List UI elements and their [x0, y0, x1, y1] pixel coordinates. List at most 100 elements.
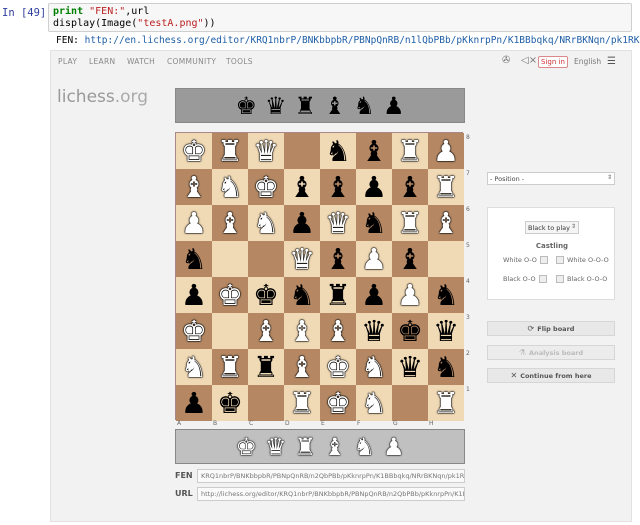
white-pawn-piece[interactable]: ♟ — [181, 208, 207, 238]
board-square[interactable]: ♟ — [284, 205, 320, 241]
board-square[interactable] — [212, 241, 248, 277]
white-king-piece[interactable]: ♚ — [181, 316, 207, 346]
white-bishop-piece[interactable]: ♝ — [433, 208, 459, 238]
white-knight-piece[interactable]: ♞ — [217, 172, 243, 202]
spare-piece[interactable]: ♚ — [235, 435, 257, 459]
black-knight-piece[interactable]: ♞ — [361, 208, 387, 238]
white-king-piece[interactable]: ♚ — [253, 172, 279, 202]
board-square[interactable]: ♚ — [176, 313, 212, 349]
white-king-piece[interactable]: ♚ — [325, 388, 351, 418]
black-rook-piece[interactable]: ♜ — [325, 280, 351, 310]
board-square[interactable]: ♜ — [392, 133, 428, 169]
white-knight-piece[interactable]: ♞ — [253, 208, 279, 238]
black-rook-piece[interactable]: ♜ — [253, 352, 279, 382]
black-bishop-piece[interactable]: ♝ — [289, 172, 315, 202]
board-square[interactable]: ♝ — [212, 205, 248, 241]
spare-piece[interactable]: ♛ — [265, 94, 287, 118]
board-square[interactable]: ♝ — [320, 313, 356, 349]
board-square[interactable]: ♚ — [320, 385, 356, 421]
board-square[interactable]: ♟ — [392, 277, 428, 313]
board-square[interactable]: ♞ — [248, 205, 284, 241]
board-square[interactable]: ♟ — [356, 169, 392, 205]
white-rook-piece[interactable]: ♜ — [433, 172, 459, 202]
turn-select[interactable]: Black to play ⇕ — [525, 221, 579, 234]
black-knight-piece[interactable]: ♞ — [181, 244, 207, 274]
black-king-piece[interactable]: ♚ — [217, 388, 243, 418]
language-selector[interactable]: English — [574, 57, 601, 66]
checkbox[interactable] — [538, 275, 547, 283]
nav-watch[interactable]: WATCH — [127, 57, 155, 66]
board-square[interactable]: ♜ — [212, 133, 248, 169]
board-square[interactable]: ♜ — [212, 349, 248, 385]
board-square[interactable]: ♜ — [392, 205, 428, 241]
black-bishop-piece[interactable]: ♝ — [325, 244, 351, 274]
board-square[interactable]: ♝ — [284, 313, 320, 349]
output-url-link[interactable]: http://en.lichess.org/editor/KRQ1nbrP/BN… — [85, 35, 640, 46]
board-square[interactable]: ♝ — [284, 349, 320, 385]
board-square[interactable]: ♞ — [356, 349, 392, 385]
board-square[interactable]: ♝ — [392, 241, 428, 277]
white-knight-piece[interactable]: ♞ — [361, 352, 387, 382]
board-square[interactable]: ♛ — [392, 349, 428, 385]
castling-black-short[interactable]: Black O-O — [503, 275, 547, 283]
board-square[interactable] — [392, 385, 428, 421]
board-square[interactable] — [248, 241, 284, 277]
board-square[interactable]: ♚ — [176, 133, 212, 169]
board-square[interactable]: ♜ — [428, 169, 464, 205]
board-square[interactable]: ♜ — [320, 277, 356, 313]
board-square[interactable]: ♜ — [248, 349, 284, 385]
black-bishop-piece[interactable]: ♝ — [361, 136, 387, 166]
board-square[interactable]: ♞ — [428, 277, 464, 313]
spare-piece[interactable]: ♞ — [354, 94, 376, 118]
board-square[interactable]: ♛ — [428, 313, 464, 349]
white-rook-piece[interactable]: ♜ — [433, 388, 459, 418]
white-bishop-piece[interactable]: ♝ — [217, 208, 243, 238]
white-bishop-piece[interactable]: ♝ — [325, 316, 351, 346]
white-king-piece[interactable]: ♚ — [325, 352, 351, 382]
lichess-logo[interactable]: lichess.org — [57, 87, 148, 107]
white-pawn-piece[interactable]: ♟ — [397, 280, 423, 310]
continue-from-here-button[interactable]: ✕ Continue from here — [487, 368, 615, 383]
spare-piece[interactable]: ♚ — [235, 94, 257, 118]
spare-piece[interactable]: ♟ — [383, 94, 405, 118]
checkbox[interactable] — [556, 256, 564, 264]
black-knight-piece[interactable]: ♞ — [433, 352, 459, 382]
board-square[interactable]: ♟ — [176, 205, 212, 241]
white-bishop-piece[interactable]: ♝ — [253, 316, 279, 346]
board-square[interactable] — [284, 133, 320, 169]
chess-board[interactable]: ♚ ♜ ♛ ♞ ♝ ♜ ♟ ♝ ♞ ♚ ♝ ♝ ♟ ♝ ♜ ♟ ♝ ♞ ♟ ♛ ♞ ♜ ♝ ♞ ♛ ♝ ♟ ♝ ♟ ♚ ♚ ♞ ♜ ♟ ♟ ♞ ♚ ♝ ♝ ♝… — [175, 132, 464, 421]
board-square[interactable]: ♞ — [212, 169, 248, 205]
checkbox[interactable] — [539, 256, 548, 264]
black-pawn-piece[interactable]: ♟ — [289, 208, 315, 238]
board-square[interactable]: ♚ — [392, 313, 428, 349]
board-square[interactable]: ♞ — [356, 385, 392, 421]
board-square[interactable]: ♝ — [356, 133, 392, 169]
board-square[interactable]: ♛ — [356, 313, 392, 349]
spare-piece[interactable]: ♛ — [265, 435, 287, 459]
white-knight-piece[interactable]: ♞ — [361, 388, 387, 418]
nav-tools[interactable]: TOOLS — [226, 57, 253, 66]
white-rook-piece[interactable]: ♜ — [289, 388, 315, 418]
board-square[interactable]: ♜ — [284, 385, 320, 421]
palette-icon[interactable]: ✇ — [502, 55, 510, 66]
board-square[interactable]: ♚ — [212, 277, 248, 313]
flip-board-button[interactable]: ⟳ Flip board — [487, 321, 615, 336]
black-pawn-piece[interactable]: ♟ — [361, 280, 387, 310]
board-square[interactable] — [428, 241, 464, 277]
board-square[interactable]: ♟ — [176, 277, 212, 313]
black-queen-piece[interactable]: ♛ — [433, 316, 459, 346]
sound-icon[interactable]: ◁× — [521, 55, 537, 66]
fen-input[interactable]: KRQ1nbrP/BNKbbpbR/PBNpQnRB/n2QbPBb/pKknr… — [197, 469, 465, 483]
black-pawn-piece[interactable]: ♟ — [181, 388, 207, 418]
black-bishop-piece[interactable]: ♝ — [397, 244, 423, 274]
board-square[interactable]: ♞ — [176, 349, 212, 385]
black-bishop-piece[interactable]: ♝ — [397, 172, 423, 202]
black-pawn-piece[interactable]: ♟ — [361, 172, 387, 202]
board-square[interactable]: ♛ — [320, 205, 356, 241]
checkbox[interactable] — [556, 275, 564, 283]
board-square[interactable]: ♝ — [392, 169, 428, 205]
black-queen-piece[interactable]: ♛ — [397, 352, 423, 382]
black-pawn-piece[interactable]: ♟ — [181, 280, 207, 310]
white-king-piece[interactable]: ♚ — [181, 136, 207, 166]
black-knight-piece[interactable]: ♞ — [289, 280, 315, 310]
